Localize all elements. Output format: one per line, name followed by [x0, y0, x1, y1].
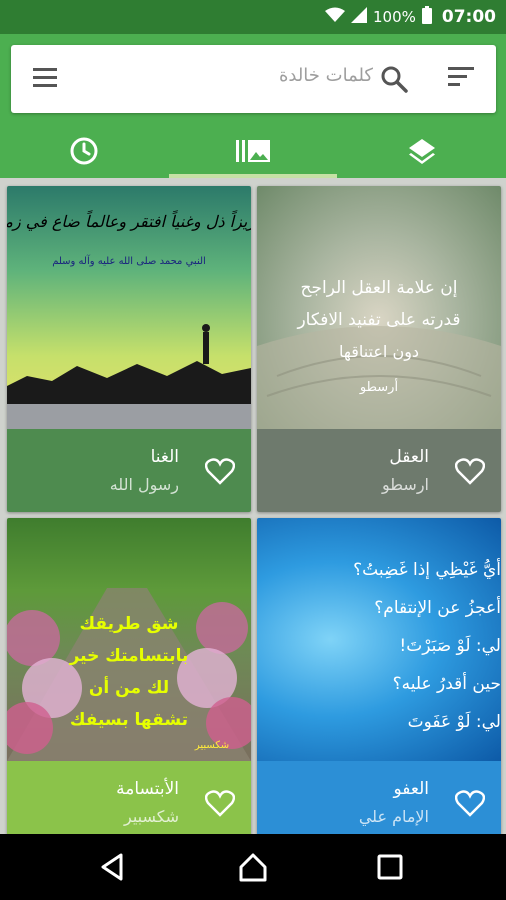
tab-bar	[0, 124, 506, 178]
image-quote-line: قدرته على تفنيد الافكار	[297, 310, 461, 330]
heart-icon[interactable]	[454, 457, 486, 485]
sort-icon[interactable]	[448, 67, 474, 91]
image-quote-line: شق طريقك	[79, 614, 179, 634]
card-title: الأبتسامة	[116, 779, 179, 799]
image-quote-author: شكسبير	[194, 740, 230, 751]
card-image: عزيزاً ذل وغنياً افتقر وعالماً ضاع في زم…	[7, 186, 251, 429]
battery-icon	[421, 6, 432, 28]
card-footer: الأبتسامة شكسبير	[7, 761, 251, 834]
quote-card[interactable]: أيُّ غَيْظِي إذا غَضِبتُ؟ أعجزُ عن الإنت…	[257, 518, 501, 834]
image-quote-line: إن علامة العقل الراجح	[300, 278, 458, 298]
quote-grid: إن علامة العقل الراجح قدرته على تفنيد ال…	[0, 178, 506, 834]
search-bar[interactable]: كلمات خالدة	[11, 45, 496, 113]
back-icon[interactable]	[97, 851, 129, 883]
image-quote-line: لك من أن	[88, 678, 170, 698]
image-quote-line: النبي محمد صلى الله عليه وآله وسلم	[52, 256, 206, 267]
menu-icon[interactable]	[33, 68, 59, 90]
image-quote-line: بابتسامتك خير	[69, 646, 189, 666]
card-author: الإمام علي	[358, 807, 429, 826]
status-time: 07:00	[441, 7, 496, 27]
tab-gallery[interactable]	[169, 124, 337, 178]
card-title: العفو	[393, 779, 430, 799]
status-bar: 100% 07:00	[0, 0, 506, 34]
image-quote-line: لي: لَوْ عَفَوتَ	[407, 712, 501, 732]
image-quote-line: تشقها بسيفك	[69, 710, 189, 730]
card-image: أيُّ غَيْظِي إذا غَضِبتُ؟ أعجزُ عن الإنت…	[257, 518, 501, 761]
clock-icon	[70, 137, 98, 165]
card-footer: الغنا رسول الله	[7, 429, 251, 512]
search-icon[interactable]	[380, 65, 408, 93]
card-author: ارسطو	[382, 475, 429, 494]
image-quote-line: دون اعتناقها	[338, 342, 420, 361]
wifi-icon	[324, 7, 345, 27]
card-image: إن علامة العقل الراجح قدرته على تفنيد ال…	[257, 186, 501, 429]
quote-card[interactable]: شق طريقك بابتسامتك خير لك من أن تشقها بس…	[7, 518, 251, 834]
gallery-icon	[236, 140, 270, 162]
quote-card[interactable]: عزيزاً ذل وغنياً افتقر وعالماً ضاع في زم…	[7, 186, 251, 512]
search-input[interactable]: كلمات خالدة	[263, 65, 373, 86]
heart-icon[interactable]	[204, 789, 236, 817]
image-quote-line: لي: لَوْ صَبَرْتَ!	[399, 636, 501, 656]
card-image: شق طريقك بابتسامتك خير لك من أن تشقها بس…	[7, 518, 251, 761]
battery-percent: 100%	[372, 8, 416, 26]
tab-recent[interactable]	[0, 124, 168, 178]
image-quote-line: أعجزُ عن الإنتقام؟	[374, 598, 501, 618]
card-author: رسول الله	[109, 475, 179, 494]
layers-icon	[409, 139, 435, 164]
signal-icon	[350, 7, 367, 27]
heart-icon[interactable]	[204, 457, 236, 485]
card-footer: العفو الإمام علي	[257, 761, 501, 834]
image-quote-author: أرسطو	[359, 380, 399, 395]
card-footer: العقل ارسطو	[257, 429, 501, 512]
home-icon[interactable]	[237, 851, 269, 883]
navigation-bar	[0, 834, 506, 900]
image-quote-line: حين أقدرُ عليه؟	[392, 674, 501, 694]
card-author: شكسبير	[124, 807, 179, 826]
card-title: الغنا	[150, 447, 179, 467]
app-header: كلمات خالدة	[0, 34, 506, 178]
image-quote-line: أيُّ غَيْظِي إذا غَضِبتُ؟	[353, 560, 501, 580]
image-quote-line: عزيزاً ذل وغنياً افتقر وعالماً ضاع في زم…	[7, 212, 251, 231]
quote-card[interactable]: إن علامة العقل الراجح قدرته على تفنيد ال…	[257, 186, 501, 512]
status-icons: 100% 07:00	[324, 6, 496, 28]
card-title: العقل	[389, 447, 429, 467]
recents-icon[interactable]	[374, 851, 406, 883]
heart-icon[interactable]	[454, 789, 486, 817]
tab-categories[interactable]	[338, 124, 506, 178]
